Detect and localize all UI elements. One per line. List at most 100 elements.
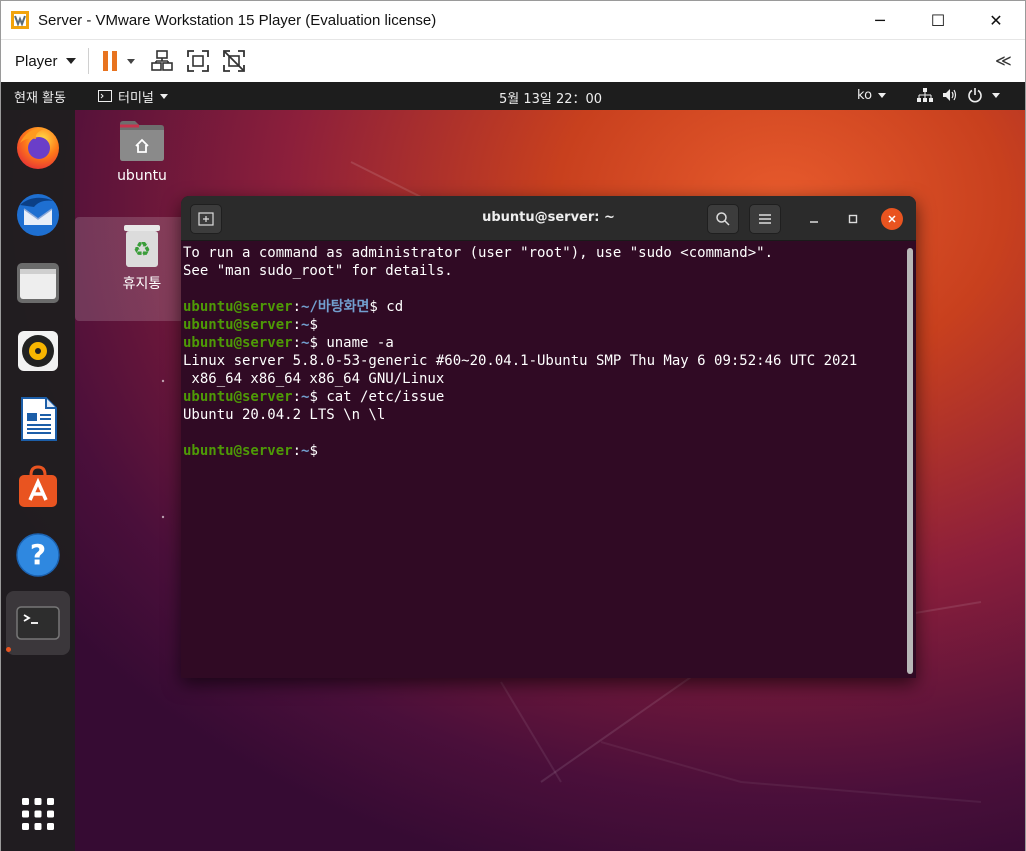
fullscreen-button[interactable] <box>183 46 213 76</box>
close-button[interactable]: ✕ <box>967 1 1025 39</box>
maximize-button[interactable]: ☐ <box>909 1 967 39</box>
unity-mode-button[interactable] <box>219 46 249 76</box>
terminal-window[interactable]: ubuntu@server: ~ To run a command as adm… <box>181 196 916 678</box>
collapse-toolbar-icon[interactable]: ≪ <box>995 51 1012 70</box>
terminal-small-icon <box>97 90 112 102</box>
hamburger-icon <box>759 214 771 224</box>
prompt-user: ubuntu@server <box>183 299 293 315</box>
terminal-output-line: Linux server 5.8.0-53-generic #60~20.04.… <box>183 353 858 369</box>
search-icon <box>716 212 730 226</box>
pause-icon <box>102 51 135 71</box>
help-icon: ? <box>16 533 60 577</box>
close-icon <box>888 215 896 223</box>
prompt-path: ~/바탕화면 <box>301 299 370 315</box>
prompt-command: cd <box>377 299 404 315</box>
dock-item-rhythmbox[interactable] <box>6 319 70 383</box>
prompt-colon: : <box>292 317 302 333</box>
vmware-toolbar: Player ≪ <box>1 39 1025 82</box>
prompt-dollar: $ <box>309 317 318 333</box>
show-applications-button[interactable] <box>6 782 70 846</box>
terminal-close-button[interactable] <box>881 208 903 230</box>
software-center-icon <box>19 465 57 507</box>
chevron-down-icon <box>878 93 887 98</box>
terminal-prompt-line: ubuntu@server:~/바탕화면$ cd <box>183 298 903 316</box>
window-title: Server - VMware Workstation 15 Player (E… <box>38 11 437 29</box>
vmware-window: Server - VMware Workstation 15 Player (E… <box>0 0 1026 851</box>
svg-text:?: ? <box>30 538 46 571</box>
maximize-icon: ☐ <box>930 10 946 30</box>
prompt-dollar: $ <box>309 335 318 351</box>
terminal-output-line: To run a command as administrator (user … <box>183 245 774 261</box>
prompt-user: ubuntu@server <box>183 389 293 405</box>
svg-text:♻: ♻ <box>133 237 151 261</box>
prompt-dollar: $ <box>369 299 378 315</box>
app-menu[interactable]: 터미널 <box>97 87 168 106</box>
player-menu-button[interactable]: Player <box>15 53 76 70</box>
prompt-dollar: $ <box>309 443 318 459</box>
clock[interactable]: 5월 13일 22：00 <box>499 88 602 107</box>
terminal-output[interactable]: To run a command as administrator (user … <box>183 244 903 460</box>
chevron-down-icon <box>992 92 1000 98</box>
prompt-dollar: $ <box>309 389 318 405</box>
dock-item-firefox[interactable] <box>6 115 70 179</box>
thunderbird-icon <box>17 194 59 236</box>
network-devices-icon <box>150 50 173 71</box>
unity-disabled-icon <box>222 50 245 72</box>
gnome-top-bar: 현재 활동 터미널 5월 13일 22：00 ko <box>1 82 1025 110</box>
prompt-colon: : <box>292 443 302 459</box>
minimize-button[interactable]: ─ <box>851 1 909 39</box>
show-applications-icon <box>22 798 54 830</box>
trash-icon: ♻ <box>124 225 160 267</box>
minimize-icon <box>810 221 818 223</box>
prompt-colon: : <box>292 335 302 351</box>
dock-item-files[interactable] <box>6 251 70 315</box>
guest-screen[interactable]: 현재 활동 터미널 5월 13일 22：00 ko ? ubuntu ♻ 휴지통… <box>1 82 1025 851</box>
dock-item-thunderbird[interactable] <box>6 183 70 247</box>
dock-item-writer[interactable] <box>6 387 70 451</box>
activities-button[interactable]: 현재 활동 <box>14 87 66 106</box>
close-icon: ✕ <box>989 10 1003 30</box>
prompt-colon: : <box>292 389 302 405</box>
dock-item-help[interactable]: ? <box>6 523 70 587</box>
desktop-home-folder[interactable]: ubuntu <box>77 118 207 184</box>
send-ctrl-alt-del-button[interactable] <box>147 46 177 76</box>
terminal-scrollbar[interactable] <box>907 248 913 674</box>
home-folder-icon <box>120 121 164 161</box>
network-icon <box>917 88 933 102</box>
fullscreen-icon <box>186 50 209 72</box>
terminal-minimize-button[interactable] <box>803 208 825 230</box>
player-menu-label: Player <box>15 52 58 70</box>
input-method-label: ko <box>857 88 873 103</box>
title-bar: Server - VMware Workstation 15 Player (E… <box>1 1 1025 39</box>
terminal-maximize-button[interactable] <box>842 208 864 230</box>
dock-item-software[interactable] <box>6 455 70 519</box>
system-menu[interactable] <box>917 87 1000 103</box>
input-method-menu[interactable]: ko <box>857 88 887 103</box>
firefox-icon <box>17 127 59 169</box>
pause-button[interactable] <box>101 46 141 76</box>
dock-item-terminal[interactable] <box>6 591 70 655</box>
terminal-prompt-line: ubuntu@server:~$ cat /etc/issue <box>183 388 903 406</box>
rhythmbox-icon <box>18 331 58 371</box>
prompt-user: ubuntu@server <box>183 443 293 459</box>
terminal-output-line: Ubuntu 20.04.2 LTS \n \l <box>183 407 386 423</box>
prompt-command: cat /etc/issue <box>317 389 445 405</box>
search-button[interactable] <box>707 204 739 234</box>
app-menu-label: 터미널 <box>117 90 154 106</box>
prompt-user: ubuntu@server <box>183 335 293 351</box>
hamburger-menu-button[interactable] <box>749 204 781 234</box>
terminal-prompt-line: ubuntu@server:~$ <box>183 316 903 334</box>
terminal-prompt-line: ubuntu@server:~$ uname -a <box>183 334 903 352</box>
maximize-icon <box>848 214 858 224</box>
power-icon <box>968 88 982 103</box>
desktop-home-label: ubuntu <box>117 168 167 184</box>
volume-icon <box>943 89 957 101</box>
ubuntu-dock: ? <box>1 110 75 851</box>
running-indicator <box>6 647 11 652</box>
prompt-user: ubuntu@server <box>183 317 293 333</box>
terminal-header-bar[interactable]: ubuntu@server: ~ <box>181 196 916 241</box>
terminal-icon <box>16 606 60 640</box>
terminal-output-line: x86_64 x86_64 x86_64 GNU/Linux <box>183 371 445 387</box>
